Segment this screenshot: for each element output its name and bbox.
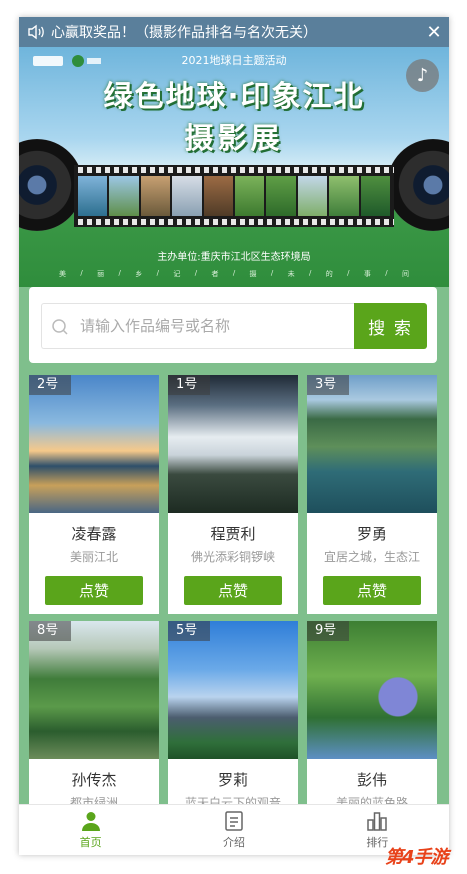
- entry-title: 佛光添彩铜锣峡: [190, 550, 275, 564]
- search-icon: [52, 319, 68, 335]
- slogan: 美 / 丽 / 乡 / 记 / 者 / 摄 / 未 / 的 / 事 / 间: [59, 269, 409, 278]
- like-button[interactable]: 点赞: [184, 576, 282, 605]
- entry-number-badge: 9号: [307, 621, 349, 641]
- film-strip: [74, 165, 394, 227]
- event-banner: 2021地球日主题活动 绿色地球·印象江北 摄影展 ♪ 主办单位:重庆市江北区生…: [19, 47, 449, 287]
- entry-title: 美丽江北: [69, 550, 118, 564]
- entry-photo[interactable]: 2号: [29, 375, 159, 513]
- site-watermark: 第4手游: [385, 847, 449, 868]
- nav-label-home: 首页: [79, 836, 102, 849]
- entry-photo[interactable]: 1号: [168, 375, 298, 513]
- notice-bar: 心赢取奖品！（摄影作品排名与名次无关） ✕: [19, 17, 449, 47]
- entry-photo[interactable]: 8号: [29, 621, 159, 759]
- entry-photo[interactable]: 3号: [307, 375, 437, 513]
- app-frame: 心赢取奖品！（摄影作品排名与名次无关） ✕ 2021地球日主题活动 绿色地球·印…: [19, 17, 449, 855]
- entry-number-badge: 5号: [168, 621, 210, 641]
- entry-card[interactable]: 3号 罗勇 宜居之城，生态江 点赞: [307, 375, 437, 614]
- entry-author: 凌春露: [71, 525, 117, 543]
- entry-author: 罗莉: [217, 771, 248, 789]
- banner-title-line1: 绿色地球·印象江北: [103, 79, 365, 113]
- nav-label-intro: 介绍: [222, 836, 245, 849]
- banner-title-line2: 摄影展: [184, 121, 284, 155]
- search-input[interactable]: [41, 303, 354, 349]
- speaker-icon: [27, 17, 51, 47]
- entry-grid: 2号 凌春露 美丽江北 点赞 1号 程贾利 佛光添彩铜锣峡 点赞 3号 罗勇 宜…: [29, 375, 437, 855]
- event-subtitle: 2021地球日主题活动: [181, 54, 287, 67]
- ranking-bars-icon: [367, 812, 388, 831]
- entry-number-badge: 8号: [29, 621, 71, 641]
- entry-number-badge: 2号: [29, 375, 71, 395]
- like-button[interactable]: 点赞: [45, 576, 143, 605]
- entry-photo[interactable]: 9号: [307, 621, 437, 759]
- person-icon: [81, 812, 100, 831]
- entry-photo[interactable]: 5号: [168, 621, 298, 759]
- search-panel: 搜 索: [29, 287, 437, 363]
- entry-title: 宜居之城，生态江: [323, 550, 420, 564]
- entry-author: 孙传杰: [71, 771, 117, 789]
- search-button[interactable]: 搜 索: [354, 303, 427, 349]
- entry-author: 罗勇: [356, 525, 387, 543]
- entry-card[interactable]: 2号 凌春露 美丽江北 点赞: [29, 375, 159, 614]
- nav-item-intro[interactable]: 介绍: [162, 805, 305, 855]
- close-icon[interactable]: ✕: [419, 22, 449, 43]
- music-toggle-icon[interactable]: ♪: [406, 59, 439, 92]
- entry-author: 程贾利: [210, 525, 256, 543]
- document-icon: [225, 811, 243, 831]
- entry-card[interactable]: 1号 程贾利 佛光添彩铜锣峡 点赞: [168, 375, 298, 614]
- nav-item-home[interactable]: 首页: [19, 805, 162, 855]
- like-button[interactable]: 点赞: [323, 576, 421, 605]
- entry-number-badge: 3号: [307, 375, 349, 395]
- notice-text: 心赢取奖品！（摄影作品排名与名次无关）: [51, 25, 317, 41]
- entry-author: 彭伟: [356, 771, 387, 789]
- sponsor-text: 主办单位:重庆市江北区生态环境局: [157, 252, 311, 263]
- entry-number-badge: 1号: [168, 375, 210, 395]
